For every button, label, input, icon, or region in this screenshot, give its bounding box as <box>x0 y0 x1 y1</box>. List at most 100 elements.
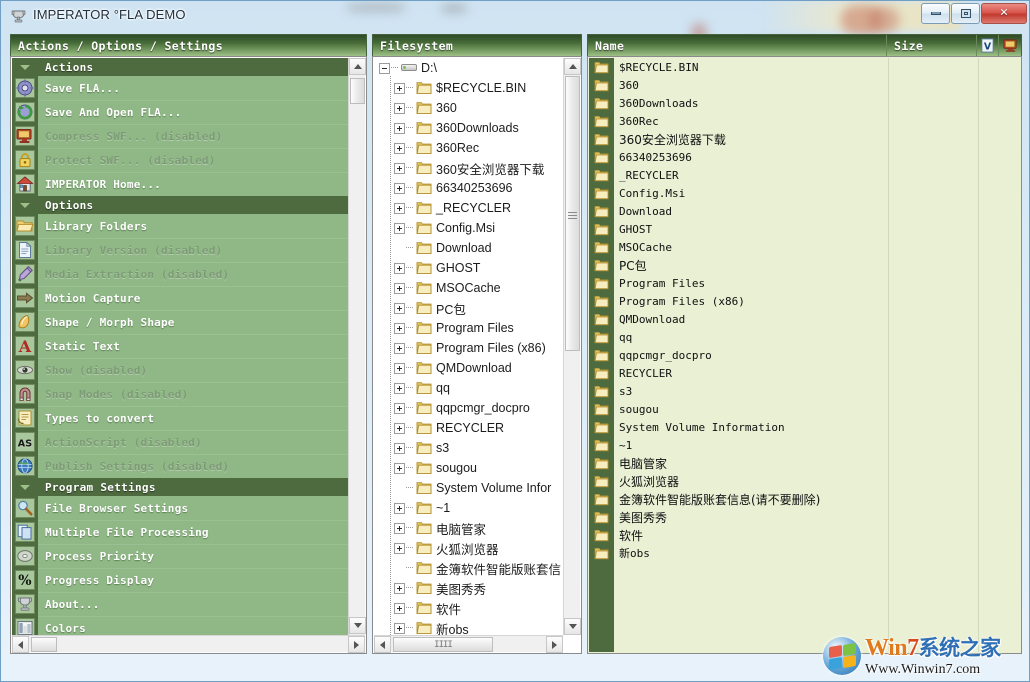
expand-toggle[interactable] <box>394 83 405 94</box>
expand-toggle[interactable] <box>394 163 405 174</box>
expand-toggle[interactable] <box>394 183 405 194</box>
expand-toggle[interactable] <box>394 503 405 514</box>
fs-scroll-left-arrow[interactable] <box>374 636 391 653</box>
tree-node[interactable]: 66340253696 <box>374 178 563 198</box>
monitor-icon[interactable] <box>999 35 1021 56</box>
actions-item[interactable]: Save FLA... <box>12 76 350 100</box>
file-list-row[interactable]: Program Files <box>589 274 1020 292</box>
maximize-button[interactable] <box>951 3 980 24</box>
fs-scroll-down-arrow[interactable] <box>564 618 581 635</box>
filesystem-tree[interactable]: D:\$RECYCLE.BIN360360Downloads360Rec360安… <box>374 58 563 635</box>
actions-item[interactable]: Save And Open FLA... <box>12 100 350 124</box>
column-header-size[interactable]: Size <box>887 35 977 56</box>
tree-node[interactable]: Program Files <box>374 318 563 338</box>
file-list-row[interactable]: 360安全浏览器下载 <box>589 130 1020 148</box>
expand-toggle[interactable] <box>394 203 405 214</box>
file-list-row[interactable]: 360Rec <box>589 112 1020 130</box>
v-view-icon[interactable]: V <box>977 35 999 56</box>
actions-item[interactable]: File Browser Settings <box>12 496 350 520</box>
expand-toggle[interactable] <box>394 403 405 414</box>
tree-node[interactable]: 360Downloads <box>374 118 563 138</box>
file-list-row[interactable]: Download <box>589 202 1020 220</box>
expand-toggle[interactable] <box>394 303 405 314</box>
actions-section-header-0[interactable]: Actions <box>12 58 350 76</box>
actions-item[interactable]: %Progress Display <box>12 568 350 592</box>
tree-node[interactable]: GHOST <box>374 258 563 278</box>
expand-toggle[interactable] <box>394 103 405 114</box>
close-button[interactable]: × <box>981 3 1027 24</box>
collapse-toggle[interactable] <box>379 63 390 74</box>
expand-toggle[interactable] <box>394 123 405 134</box>
expand-toggle[interactable] <box>394 383 405 394</box>
expand-toggle[interactable] <box>394 263 405 274</box>
tree-node[interactable]: $RECYCLE.BIN <box>374 78 563 98</box>
tree-node[interactable]: RECYCLER <box>374 418 563 438</box>
tree-node[interactable]: ~1 <box>374 498 563 518</box>
file-list-row[interactable]: qq <box>589 328 1020 346</box>
file-list-row[interactable]: 66340253696 <box>589 148 1020 166</box>
tree-node[interactable]: System Volume Infor <box>374 478 563 498</box>
file-list-row[interactable]: 火狐浏览器 <box>589 472 1020 490</box>
tree-node-root[interactable]: D:\ <box>374 58 563 78</box>
file-list-row[interactable]: $RECYCLE.BIN <box>589 58 1020 76</box>
file-list-row[interactable]: 新obs <box>589 544 1020 562</box>
fs-hscroll-thumb[interactable]: IIII <box>393 637 493 652</box>
minimize-button[interactable] <box>921 3 950 24</box>
file-list-row[interactable]: System Volume Information <box>589 418 1020 436</box>
expand-toggle[interactable] <box>394 223 405 234</box>
tree-node[interactable]: qq <box>374 378 563 398</box>
scroll-left-arrow[interactable] <box>12 636 29 653</box>
actions-section-header-2[interactable]: Program Settings <box>12 478 350 496</box>
tree-node[interactable]: Program Files (x86) <box>374 338 563 358</box>
expand-toggle[interactable] <box>394 423 405 434</box>
tree-node[interactable]: 360Rec <box>374 138 563 158</box>
actions-item[interactable]: Multiple File Processing <box>12 520 350 544</box>
actions-item[interactable]: Library Folders <box>12 214 350 238</box>
tree-node[interactable]: 火狐浏览器 <box>374 538 563 558</box>
actions-item[interactable]: AStatic Text <box>12 334 350 358</box>
expand-toggle[interactable] <box>394 143 405 154</box>
actions-item[interactable]: IMPERATOR Home... <box>12 172 350 196</box>
expand-toggle[interactable] <box>394 343 405 354</box>
tree-node[interactable]: PC包 <box>374 298 563 318</box>
tree-node[interactable]: Download <box>374 238 563 258</box>
scroll-down-arrow[interactable] <box>349 617 366 634</box>
expand-toggle[interactable] <box>394 463 405 474</box>
file-list-row[interactable]: 软件 <box>589 526 1020 544</box>
file-list-row[interactable]: PC包 <box>589 256 1020 274</box>
actions-item[interactable]: Types to convert <box>12 406 350 430</box>
file-list-row[interactable]: QMDownload <box>589 310 1020 328</box>
actions-section-header-1[interactable]: Options <box>12 196 350 214</box>
actions-item[interactable]: Process Priority <box>12 544 350 568</box>
tree-node[interactable]: 美图秀秀 <box>374 578 563 598</box>
actions-vertical-scrollbar[interactable] <box>348 58 365 652</box>
fs-scroll-right-arrow[interactable] <box>546 636 563 653</box>
scroll-thumb[interactable] <box>350 78 365 104</box>
scroll-up-arrow[interactable] <box>349 58 366 75</box>
filesystem-vertical-scrollbar[interactable] <box>563 58 580 635</box>
expand-toggle[interactable] <box>394 443 405 454</box>
tree-node[interactable]: 360 <box>374 98 563 118</box>
file-list-row[interactable]: 360 <box>589 76 1020 94</box>
tree-node[interactable]: _RECYCLER <box>374 198 563 218</box>
file-list-row[interactable]: RECYCLER <box>589 364 1020 382</box>
file-list-row[interactable]: Config.Msi <box>589 184 1020 202</box>
tree-node[interactable]: MSOCache <box>374 278 563 298</box>
tree-node[interactable]: Config.Msi <box>374 218 563 238</box>
file-list-row[interactable]: 金簿软件智能版账套信息(请不要删除) <box>589 490 1020 508</box>
expand-toggle[interactable] <box>394 283 405 294</box>
tree-node[interactable]: QMDownload <box>374 358 563 378</box>
actions-item[interactable]: Shape / Morph Shape <box>12 310 350 334</box>
file-list-row[interactable]: _RECYCLER <box>589 166 1020 184</box>
expand-toggle[interactable] <box>394 363 405 374</box>
tree-node[interactable]: 360安全浏览器下载 <box>374 158 563 178</box>
tree-node[interactable]: 金簿软件智能版账套信 <box>374 558 563 578</box>
expand-toggle[interactable] <box>394 543 405 554</box>
tree-node[interactable]: sougou <box>374 458 563 478</box>
tree-node[interactable]: 新obs <box>374 618 563 635</box>
file-list-row[interactable]: s3 <box>589 382 1020 400</box>
file-list-row[interactable]: GHOST <box>589 220 1020 238</box>
file-list-row[interactable]: 美图秀秀 <box>589 508 1020 526</box>
tree-node[interactable]: qqpcmgr_docpro <box>374 398 563 418</box>
tree-node[interactable]: 电脑管家 <box>374 518 563 538</box>
